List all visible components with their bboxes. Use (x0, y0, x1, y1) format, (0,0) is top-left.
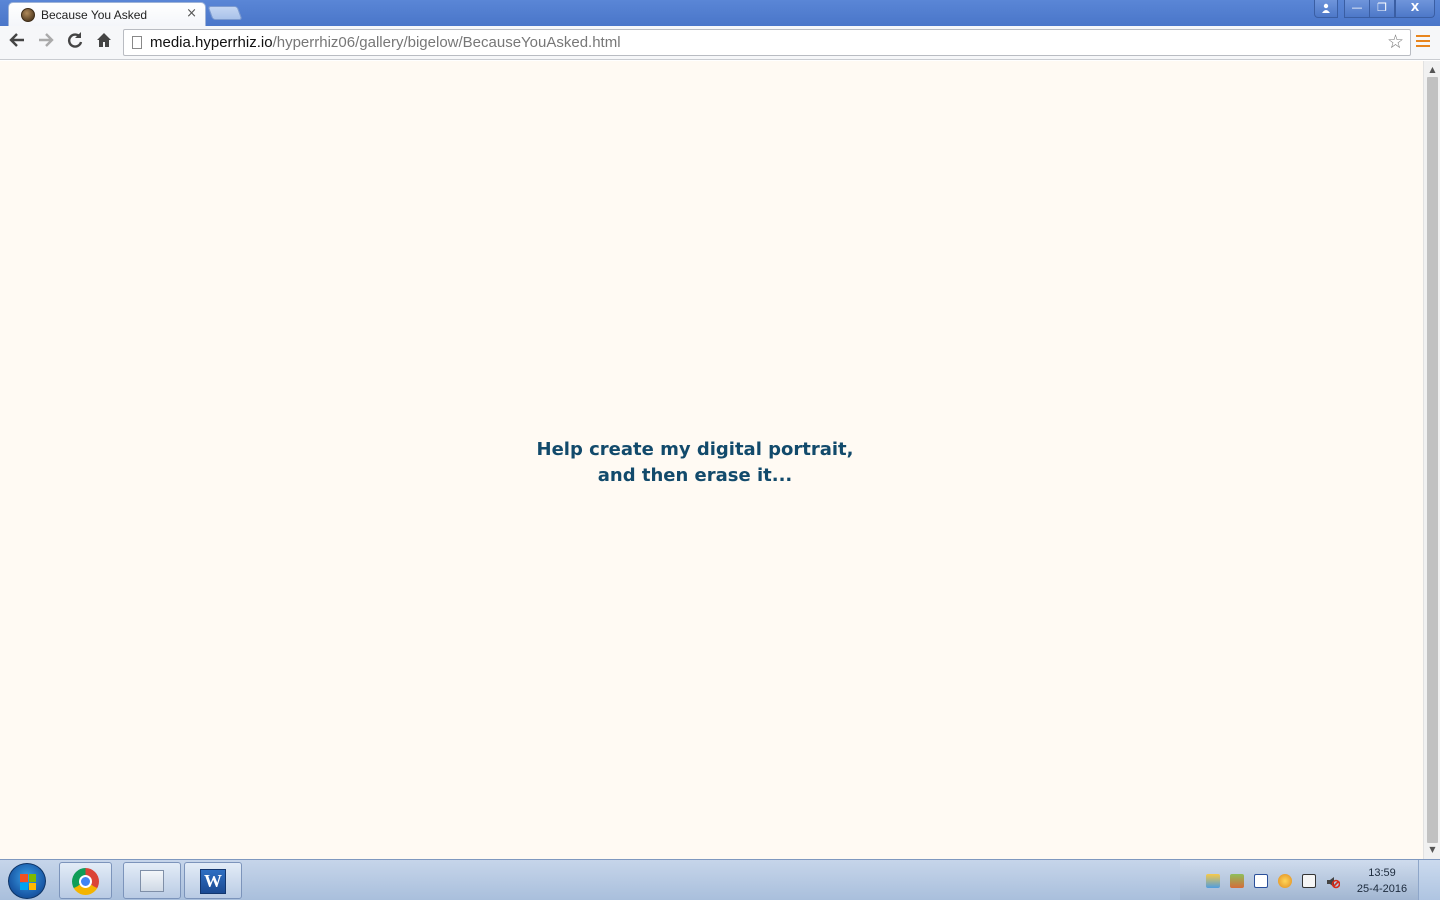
shield-icon[interactable] (1254, 874, 1268, 888)
forward-arrow-icon[interactable] (35, 31, 57, 53)
portrait-favicon-icon (21, 7, 35, 22)
clock[interactable]: 13:59 25-4-2016 (1350, 865, 1414, 897)
explorer-icon (140, 870, 164, 892)
action-center-icon[interactable] (1302, 874, 1316, 888)
title-bar: Because You Asked × — ❐ X (0, 0, 1440, 26)
show-desktop-button[interactable] (1418, 860, 1440, 900)
star-icon[interactable]: ☆ (1387, 31, 1404, 53)
network-people-icon[interactable] (1206, 874, 1220, 888)
windows-logo-icon (20, 874, 36, 890)
tab-close-icon[interactable]: × (186, 6, 197, 21)
taskbar-chrome[interactable] (59, 862, 112, 899)
address-bar[interactable]: media.hyperrhiz.io/hyperrhiz06/gallery/b… (123, 29, 1411, 56)
new-tab-button[interactable] (207, 6, 243, 20)
minimize-button[interactable]: — (1344, 0, 1370, 18)
taskbar-word[interactable]: W (184, 862, 242, 899)
reload-icon[interactable] (64, 31, 86, 53)
tab-title: Because You Asked (41, 7, 148, 22)
clock-date: 25-4-2016 (1356, 883, 1408, 895)
weather-icon[interactable] (1278, 874, 1292, 888)
user-icon[interactable] (1314, 0, 1338, 18)
home-icon[interactable] (93, 31, 115, 53)
page-viewport: Help create my digital portrait, and the… (0, 61, 1423, 859)
url-path: /hyperrhiz06/gallery/bigelow/BecauseYouA… (272, 34, 621, 51)
scrollbar-thumb[interactable] (1427, 77, 1438, 843)
windows-taskbar: W 13:59 25-4-2016 (0, 859, 1440, 900)
chrome-icon (72, 868, 99, 895)
scroll-up-arrow-icon[interactable]: ▲ (1424, 63, 1440, 77)
tab-because-you-asked[interactable]: Because You Asked × (8, 2, 206, 26)
message-line-1: Help create my digital portrait, (536, 439, 854, 460)
word-icon: W (200, 869, 226, 894)
browser-toolbar: media.hyperrhiz.io/hyperrhiz06/gallery/b… (0, 26, 1440, 60)
url-text[interactable]: media.hyperrhiz.io/hyperrhiz06/gallery/b… (150, 34, 621, 51)
tools-icon[interactable] (1230, 874, 1244, 888)
clock-time: 13:59 (1368, 867, 1396, 879)
volume-muted-icon[interactable] (1326, 874, 1341, 889)
url-host: media.hyperrhiz.io (150, 34, 273, 51)
start-button[interactable] (8, 863, 46, 899)
close-window-button[interactable]: X (1395, 0, 1435, 18)
page-icon (132, 36, 142, 49)
vertical-scrollbar[interactable]: ▲ ▼ (1423, 61, 1440, 859)
scroll-down-arrow-icon[interactable]: ▼ (1424, 843, 1440, 857)
message-line-2: and then erase it... (597, 465, 793, 486)
page-message[interactable]: Help create my digital portrait, and the… (0, 437, 1390, 489)
maximize-button[interactable]: ❐ (1369, 0, 1395, 18)
hamburger-menu-icon[interactable] (1416, 35, 1430, 49)
taskbar-explorer[interactable] (123, 862, 181, 899)
back-arrow-icon[interactable] (6, 31, 28, 53)
